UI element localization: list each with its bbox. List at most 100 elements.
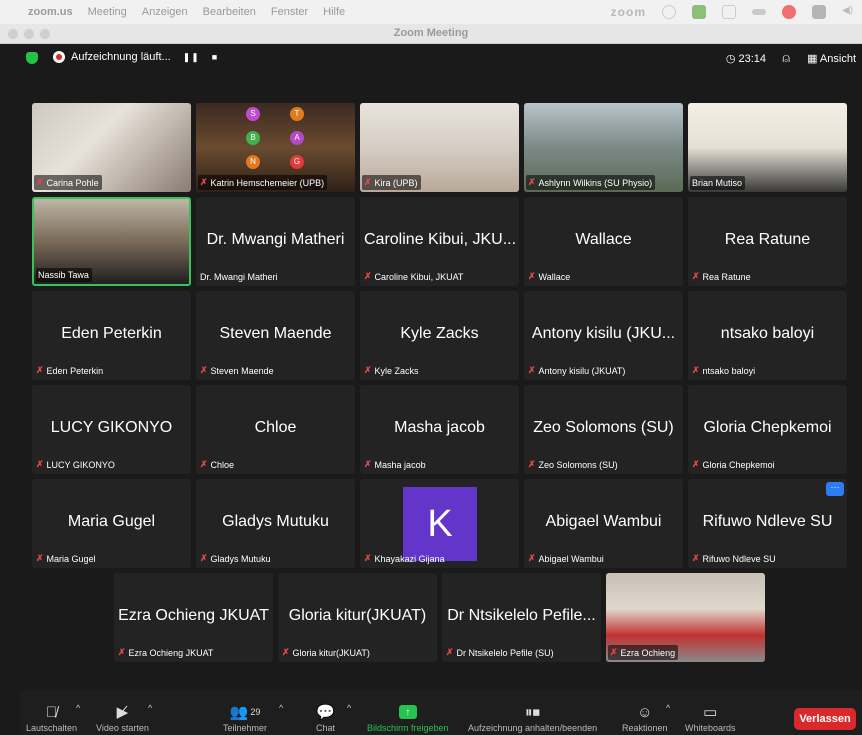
more-options-button[interactable]: ··· [826,482,844,496]
participant-display-name: Zeo Solomons (SU) [533,419,674,436]
participants-button[interactable]: 👥 29 Teilnehmer [223,691,267,735]
participant-tile[interactable]: Caroline Kibui, JKU... ✗ Caroline Kibui, J… [360,197,519,286]
whiteboards-label: Whiteboards [685,723,736,733]
participant-name-label: ✗ LUCY GIKONYO [34,457,118,472]
reactions-button[interactable]: ☺ Reaktionen [622,691,668,735]
volume-icon[interactable]: ◀) [842,5,856,19]
participant-tile[interactable]: Chloe ✗ Chloe [196,385,355,474]
person-icon[interactable]: ⍝ [782,50,790,66]
participant-tile[interactable]: Abigael Wambui ✗ Abigael Wambui [524,479,683,568]
whiteboards-button[interactable]: ▭ Whiteboards [685,691,736,735]
menu-meeting[interactable]: Meeting [88,6,127,18]
participant-tile[interactable]: Gladys Mutuku ✗ Gladys Mutuku [196,479,355,568]
participant-tile[interactable]: Kyle Zacks ✗ Kyle Zacks [360,291,519,380]
chat-button[interactable]: 💬 Chat [316,691,335,735]
meeting-timer: ◷ 23:14 [725,53,766,65]
view-button[interactable]: ▦ Ansicht [807,52,856,65]
participant-tile[interactable]: Rifuwo Ndleve SU ··· ✗ Rifuwo Ndleve SU [688,479,847,568]
share-screen-button[interactable]: ↑ Bildschirm freigeben [367,691,449,735]
participant-name-label: ✗ Ezra Ochieng JKUAT [116,645,216,660]
participant-tile[interactable]: S T B A N G ✗ Katrin Hemschemeier (UPB) [196,103,355,192]
mic-muted-icon: ✗ [364,177,372,187]
participant-tile[interactable]: Steven Maende ✗ Steven Maende [196,291,355,380]
participant-tile[interactable]: ntsako baloyi ✗ ntsako baloyi [688,291,847,380]
participant-tile[interactable]: Maria Gugel ✗ Maria Gugel [32,479,191,568]
letter-ball: T [290,107,304,121]
participant-name: Gloria Chepkemoi [702,459,775,470]
recording-indicator[interactable]: Aufzeichnung läuft... ❚❚ ■ [53,51,218,63]
participant-tile[interactable]: Zeo Solomons (SU) ✗ Zeo Solomons (SU) [524,385,683,474]
participant-display-name: Ezra Ochieng JKUAT [118,607,269,624]
mic-muted-icon: ✗ [36,459,44,469]
participant-tile[interactable]: Brian Mutiso [688,103,847,192]
participant-name-label: ✗ Zeo Solomons (SU) [526,457,621,472]
participant-name-label: ✗ Kira (UPB) [362,175,421,190]
audio-options-chevron-icon[interactable]: ^ [76,703,80,713]
participant-tile[interactable]: Rea Ratune ✗ Rea Ratune [688,197,847,286]
participant-display-name: Kyle Zacks [400,325,479,342]
account-icon[interactable] [722,5,736,19]
participant-tile[interactable]: LUCY GIKONYO ✗ LUCY GIKONYO [32,385,191,474]
participant-tile[interactable]: ✗ Ashlynn Wilkins (SU Physio) [524,103,683,192]
letter-ball: S [246,107,260,121]
participant-tile[interactable]: Wallace ✗ Wallace [524,197,683,286]
participant-tile[interactable]: Ezra Ochieng JKUAT ✗ Ezra Ochieng JKUAT [114,573,273,662]
menu-window[interactable]: Fenster [271,6,308,18]
participant-tile[interactable]: K ✗ Khayakazi Gijana [360,479,519,568]
participant-name-label: ✗ Maria Gugel [34,551,99,566]
mic-muted-icon: ✗ [200,365,208,375]
menu-view[interactable]: Anzeigen [142,6,188,18]
participant-name-label: ✗ Dr Ntsikelelo Pefile (SU) [444,645,557,660]
participant-name-label: ✗ Carina Pohle [34,175,102,190]
participant-name-label: ✗ Caroline Kibui, JKUAT [362,269,466,284]
participant-tile[interactable]: ✗ Ezra Ochieng [606,573,765,662]
video-options-chevron-icon[interactable]: ^ [148,703,152,713]
participant-display-name: Gladys Mutuku [222,513,329,530]
participant-display-name: Antony kisilu (JKU... [531,325,676,342]
reactions-chevron-icon[interactable]: ^ [666,703,670,713]
stop-recording-icon[interactable]: ■ [212,52,218,62]
participant-tile[interactable]: Dr Ntsikelelo Pefile... ✗ Dr Ntsikelelo Pe… [442,573,601,662]
menu-app[interactable]: zoom.us [28,6,73,18]
menu-edit[interactable]: Bearbeiten [203,6,256,18]
participant-tile[interactable]: Dr. Mwangi Matheri Dr. Mwangi Matheri [196,197,355,286]
app-status-icon[interactable] [692,5,706,19]
whiteboard-icon: ▭ [703,704,718,721]
participant-tile[interactable]: Gloria kitur(JKUAT) ✗ Gloria kitur(JKUAT) [278,573,437,662]
record-status-icon[interactable] [782,5,796,19]
participant-name-label: ✗ Khayakazi Gijana [362,551,448,566]
mic-muted-icon: ✗ [528,553,536,563]
participants-chevron-icon[interactable]: ^ [279,703,283,713]
menu-help[interactable]: Hilfe [323,6,345,18]
participants-label: Teilnehmer [223,723,268,733]
mic-muted-icon: ✗ [364,365,372,375]
mic-muted-icon: ✗ [36,177,44,187]
pause-recording-icon[interactable]: ❚❚ [183,52,200,63]
start-video-button[interactable]: ▶̸ Video starten [96,691,149,735]
participant-tile[interactable]: Gloria Chepkemoi ✗ Gloria Chepkemoi [688,385,847,474]
participant-name: Chloe [210,459,235,470]
participant-tile[interactable]: Antony kisilu (JKU... ✗ Antony kisilu (JKU… [524,291,683,380]
status-icon[interactable] [662,5,676,19]
leave-button[interactable]: Verlassen [794,708,856,730]
letter-ball: A [290,131,304,145]
participant-tile[interactable]: Eden Peterkin ✗ Eden Peterkin [32,291,191,380]
chat-label: Chat [316,723,336,733]
mic-muted-icon: ✗ [364,553,372,563]
participant-tile[interactable]: ✗ Carina Pohle [32,103,191,192]
participant-name: Abigael Wambui [538,553,604,564]
participant-name: Ezra Ochieng [620,647,676,658]
vpn-icon[interactable] [812,5,826,19]
participant-tile[interactable]: Masha jacob ✗ Masha jacob [360,385,519,474]
participant-name: Zeo Solomons (SU) [538,459,618,470]
participant-display-name: Rifuwo Ndleve SU [702,513,833,530]
participant-tile[interactable]: Nassib Tawa [32,197,191,286]
recording-control-button[interactable]: ⏸⏹ Aufzeichnung anhalten/beenden [468,691,597,735]
mic-muted-icon: ✗ [610,647,618,657]
unmute-button[interactable]: 🎙̸ Lautschalten [26,691,77,735]
participant-tile[interactable]: ✗ Kira (UPB) [360,103,519,192]
chat-chevron-icon[interactable]: ^ [347,703,351,713]
control-center-icon[interactable] [752,9,766,15]
participant-name-label: ✗ Kyle Zacks [362,363,422,378]
shield-icon[interactable] [26,52,38,64]
